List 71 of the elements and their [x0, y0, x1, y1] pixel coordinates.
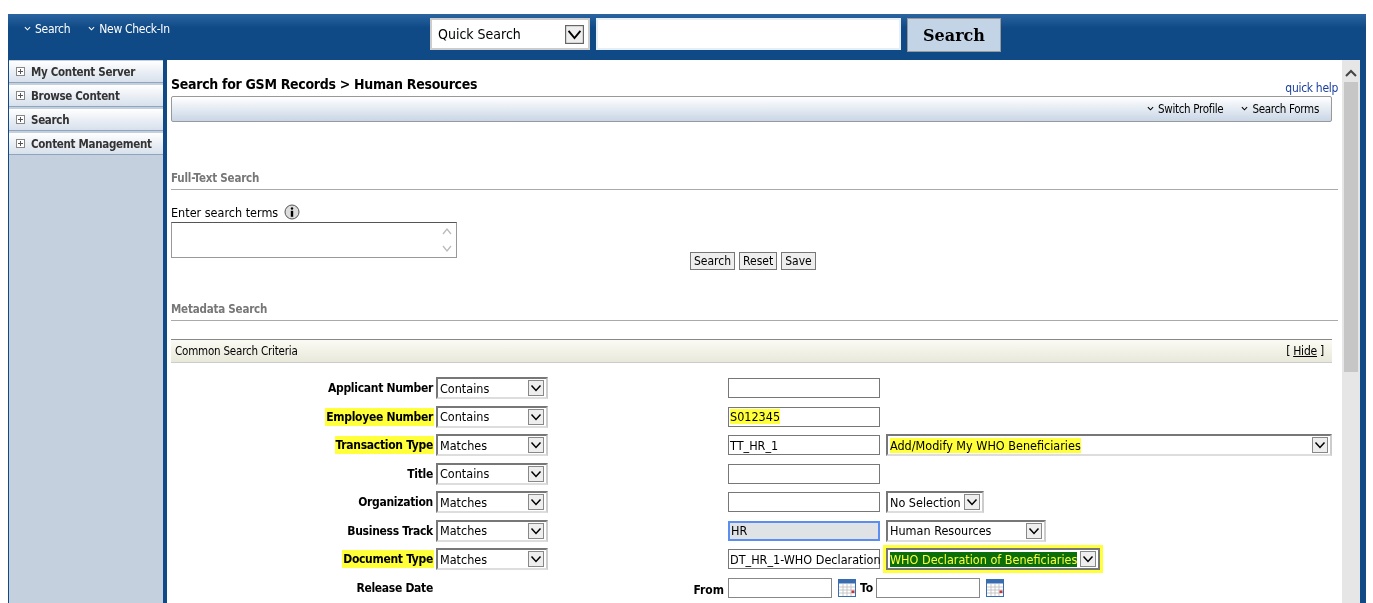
field-label: Document Type: [342, 550, 434, 569]
bracket: [: [1286, 344, 1291, 358]
sidebar-item[interactable]: Search: [9, 109, 163, 131]
field-label: Release Date: [355, 579, 434, 597]
page-title: Search for GSM Records > Human Resources: [171, 76, 478, 94]
value-dropdown[interactable]: Human Resources: [886, 519, 1046, 542]
scroll-up-icon[interactable]: [1344, 68, 1358, 78]
sidebar-item-label: Content Management: [31, 136, 152, 151]
value-field[interactable]: [728, 378, 880, 399]
toolbar-menu-link[interactable]: Search Forms: [1241, 102, 1319, 116]
operator-dropdown[interactable]: Contains: [436, 462, 548, 485]
section-heading: Full-Text Search: [171, 171, 1338, 190]
quick-search-field[interactable]: [596, 18, 901, 50]
field-label: Employee Number: [325, 407, 434, 426]
sidebar-item-label: Search: [31, 112, 70, 127]
from-label: From: [693, 582, 724, 597]
sidebar-item[interactable]: Content Management: [9, 133, 163, 155]
date-field[interactable]: [876, 577, 981, 598]
value-field[interactable]: [728, 492, 880, 513]
sidebar-item[interactable]: My Content Server: [9, 61, 163, 83]
expand-icon[interactable]: [16, 139, 25, 148]
chevron-down-icon: [1241, 105, 1249, 111]
search-terms-field[interactable]: [171, 222, 457, 258]
hide-link[interactable]: Hide: [1293, 344, 1317, 358]
field-label: Enter search terms: [171, 204, 279, 220]
operator-dropdown[interactable]: Matches: [436, 519, 548, 542]
field-label: Title: [406, 465, 434, 483]
nav-menu-link[interactable]: Search: [24, 22, 71, 36]
value-field[interactable]: HR: [728, 520, 880, 541]
field-label: Transaction Type: [334, 436, 434, 455]
operator-dropdown[interactable]: Matches: [436, 548, 548, 571]
calendar-icon[interactable]: [986, 578, 1005, 597]
field-label: Organization: [357, 494, 434, 512]
chevron-down-icon: [24, 25, 31, 31]
field-label: Business Track: [346, 522, 434, 540]
to-label: To: [860, 580, 874, 595]
form-button[interactable]: Search: [690, 252, 736, 270]
form-button[interactable]: Save: [781, 252, 816, 270]
operator-dropdown[interactable]: Contains: [436, 405, 548, 428]
toolbar-menu-link[interactable]: Switch Profile: [1146, 102, 1224, 116]
sidebar-item-label: My Content Server: [31, 64, 135, 79]
nav-menu-link[interactable]: New Check-In: [88, 22, 170, 36]
calendar-icon[interactable]: [838, 578, 856, 597]
search-button[interactable]: Search: [907, 18, 1001, 52]
field-label: Applicant Number: [326, 380, 434, 398]
value-field[interactable]: [728, 463, 880, 484]
operator-dropdown[interactable]: Matches: [436, 491, 548, 514]
chevron-down-icon: [1146, 105, 1154, 111]
value-field[interactable]: DT_HR_1-WHO Declaration: [728, 549, 880, 570]
quick-help-link[interactable]: quick help: [1285, 81, 1338, 95]
expand-icon[interactable]: [16, 115, 25, 124]
expand-icon[interactable]: [16, 67, 25, 76]
section-heading: Metadata Search: [171, 302, 1338, 321]
operator-dropdown[interactable]: Contains: [436, 377, 548, 400]
sidebar-item-label: Browse Content: [31, 88, 120, 103]
value-dropdown[interactable]: No Selection: [886, 491, 984, 514]
value-field[interactable]: S012345: [728, 406, 880, 427]
value-field[interactable]: TT_HR_1: [728, 435, 880, 456]
sidebar-item[interactable]: Browse Content: [9, 85, 163, 107]
quick-search-dropdown[interactable]: Quick Search: [430, 18, 590, 50]
operator-dropdown[interactable]: Matches: [436, 434, 548, 457]
info-icon[interactable]: [284, 204, 301, 220]
scrollbar[interactable]: [1342, 60, 1360, 603]
panel-title: Common Search Criteria: [175, 344, 298, 358]
form-button[interactable]: Reset: [739, 252, 778, 270]
expand-icon[interactable]: [16, 91, 25, 100]
value-dropdown[interactable]: WHO Declaration of Beneficiaries: [886, 548, 1101, 571]
bracket: ]: [1320, 344, 1324, 358]
chevron-down-icon: [88, 25, 96, 31]
value-dropdown[interactable]: Add/Modify My WHO Beneficiaries: [886, 434, 1332, 457]
date-field[interactable]: [728, 577, 832, 598]
